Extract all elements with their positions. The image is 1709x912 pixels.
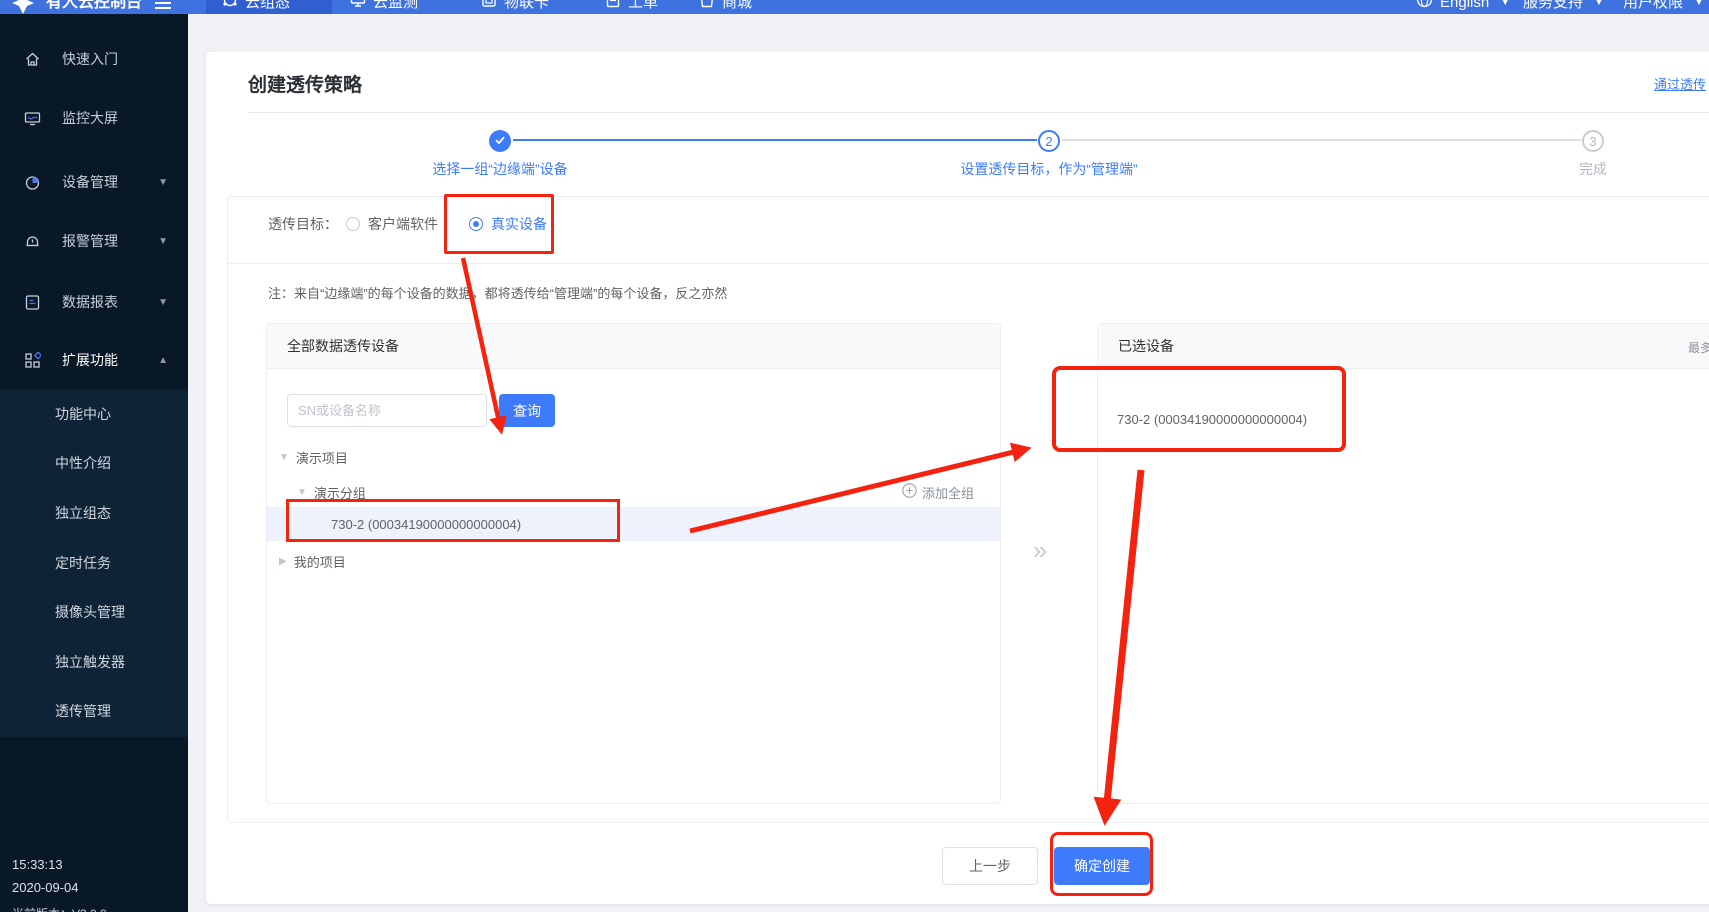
sidebar-item-quick-start[interactable]: 快速入门 <box>0 30 188 88</box>
caret-down-icon: ▼ <box>297 487 307 498</box>
tab-mall[interactable]: 商城 <box>699 0 752 14</box>
chevron-down-icon: ▼ <box>158 177 168 188</box>
transfer-right-icon: » <box>1023 535 1057 566</box>
chevron-down-icon: ▼ <box>158 297 168 308</box>
mall-icon <box>699 0 715 14</box>
iot-card-icon <box>481 0 497 14</box>
selected-devices-panel-header: 已选设备 最多 <box>1098 324 1709 369</box>
home-icon <box>24 51 41 68</box>
tree-node-demo-group[interactable]: ▼ 演示分组 <box>267 477 1000 507</box>
submenu-item-neutral-intro[interactable]: 中性介绍 <box>0 439 188 489</box>
check-icon <box>494 134 506 149</box>
submenu-item-passthrough-management[interactable]: 透传管理 <box>0 687 188 737</box>
tree-node-demo-project[interactable]: ▼ 演示项目 <box>267 442 1000 472</box>
passthrough-note: 注：来自“边缘端”的每个设备的数据，都将透传给“管理端”的每个设备，反之亦然 <box>268 283 727 302</box>
sidebar-item-data-report[interactable]: 数据报表 ▼ <box>0 273 188 331</box>
tree-node-my-project[interactable]: ▶ 我的项目 <box>267 546 1000 576</box>
cloud-scada-icon <box>222 0 238 14</box>
all-devices-panel: 全部数据透传设备 查询 ▼ 演示项目 ▼ 演示分组 添加全组 730-2 (00… <box>266 323 1001 804</box>
report-icon <box>24 294 41 311</box>
service-support-menu[interactable]: 服务支持 ▼ <box>1523 0 1604 14</box>
submenu-item-function-center[interactable]: 功能中心 <box>0 389 188 439</box>
selected-devices-panel-title: 已选设备 <box>1118 336 1174 356</box>
submenu-item-standalone-trigger[interactable]: 独立触发器 <box>0 637 188 687</box>
title-divider <box>248 112 1709 113</box>
sidebar-clock-date: 2020-09-04 <box>12 880 79 895</box>
step-3-circle: 3 <box>1582 130 1604 152</box>
sidebar-item-monitor-screen[interactable]: 监控大屏 <box>0 89 188 147</box>
radio-on-icon <box>469 217 483 231</box>
all-devices-panel-title: 全部数据透传设备 <box>287 336 399 356</box>
user-permissions-menu[interactable]: 用户权限 ▼ <box>1623 0 1704 14</box>
work-order-icon <box>605 0 621 14</box>
sidebar-item-alarm-management[interactable]: 报警管理 ▼ <box>0 212 188 270</box>
chevron-up-icon: ▲ <box>158 355 168 366</box>
submenu-item-standalone-scada[interactable]: 独立组态 <box>0 488 188 538</box>
language-switcher[interactable]: English ▼ <box>1416 0 1510 14</box>
radio-off-icon <box>346 217 360 231</box>
tab-iot-card[interactable]: 物联卡 <box>481 0 549 14</box>
chevron-down-icon: ▼ <box>1500 0 1510 14</box>
caret-down-icon: ▼ <box>279 452 289 463</box>
top-navbar: 有人云控制台 云组态 云监测 物联卡 工单 商城 English ▼ 服务支持 … <box>0 0 1709 14</box>
selected-devices-panel: 已选设备 最多 730-2 (00034190000000000004) <box>1097 323 1709 804</box>
tab-cloud-scada[interactable]: 云组态 <box>222 0 290 14</box>
passthrough-help-link[interactable]: 通过透传 <box>1654 74 1706 93</box>
sidebar-version-clipped: 当前版本：V3.0.0 <box>12 905 107 912</box>
all-devices-panel-header: 全部数据透传设备 <box>267 324 1000 369</box>
sidebar: 快速入门 监控大屏 设备管理 ▼ 报警管理 ▼ 数据报表 ▼ 扩展功能 ▲ 功能… <box>0 14 188 912</box>
submenu-item-scheduled-tasks[interactable]: 定时任务 <box>0 538 188 588</box>
device-search-input[interactable] <box>287 394 487 427</box>
main-content-card: 创建透传策略 通过透传 2 3 选择一组“边缘端”设备 设置透传目标，作为“管理… <box>206 52 1709 904</box>
target-radio-row: 透传目标： 客户端软件 真实设备 <box>228 197 1709 264</box>
step-2-label: 设置透传目标，作为“管理端” <box>960 159 1137 179</box>
search-query-button[interactable]: 查询 <box>499 394 555 427</box>
step-1-circle <box>489 130 511 152</box>
extended-functions-submenu: 功能中心 中性介绍 独立组态 定时任务 摄像头管理 独立触发器 透传管理 <box>0 389 188 737</box>
step-connector-pending <box>1062 139 1581 141</box>
submenu-item-camera-management[interactable]: 摄像头管理 <box>0 587 188 637</box>
tree-leaf-device-730-2[interactable]: 730-2 (00034190000000000004) <box>267 507 1000 541</box>
radio-real-device[interactable]: 真实设备 <box>469 214 547 234</box>
sidebar-clock-time: 15:33:13 <box>12 857 63 872</box>
previous-step-button[interactable]: 上一步 <box>942 847 1038 885</box>
chevron-down-icon: ▼ <box>158 236 168 247</box>
step-2-circle: 2 <box>1038 130 1060 152</box>
tab-cloud-monitor[interactable]: 云监测 <box>350 0 418 14</box>
step-3-label: 完成 <box>1579 159 1607 179</box>
sidebar-item-extended-functions[interactable]: 扩展功能 ▲ <box>0 331 188 389</box>
brand-logo-icon <box>10 0 36 14</box>
device-pie-icon <box>24 174 41 191</box>
confirm-create-button[interactable]: 确定创建 <box>1054 847 1150 885</box>
selected-device-entry[interactable]: 730-2 (00034190000000000004) <box>1117 412 1307 427</box>
step-1-label: 选择一组“边缘端”设备 <box>432 159 567 179</box>
target-label: 透传目标： <box>268 214 338 234</box>
circle-plus-icon <box>902 483 917 501</box>
radio-client-software[interactable]: 客户端软件 <box>346 214 438 234</box>
page-title: 创建透传策略 <box>248 70 362 97</box>
globe-icon <box>1416 0 1433 14</box>
chevron-down-icon: ▼ <box>1594 0 1604 14</box>
monitor-screen-icon <box>24 110 41 127</box>
tab-work-order[interactable]: 工单 <box>605 0 658 14</box>
step-connector-done <box>513 139 1037 141</box>
alarm-bell-icon <box>24 233 41 250</box>
grid-icon <box>24 352 41 369</box>
wizard-form-box: 透传目标： 客户端软件 真实设备 注：来自“边缘端”的每个设备的数据，都将透传给… <box>227 196 1709 823</box>
caret-right-icon: ▶ <box>279 556 287 567</box>
add-whole-group-button[interactable]: 添加全组 <box>902 477 974 507</box>
cloud-monitor-icon <box>350 0 366 14</box>
chevron-down-icon: ▼ <box>1694 0 1704 14</box>
brand-logo-text: 有人云控制台 <box>46 0 142 14</box>
max-devices-hint-clipped: 最多 <box>1688 339 1709 356</box>
hamburger-menu-icon[interactable] <box>154 0 172 14</box>
sidebar-item-device-management[interactable]: 设备管理 ▼ <box>0 153 188 211</box>
